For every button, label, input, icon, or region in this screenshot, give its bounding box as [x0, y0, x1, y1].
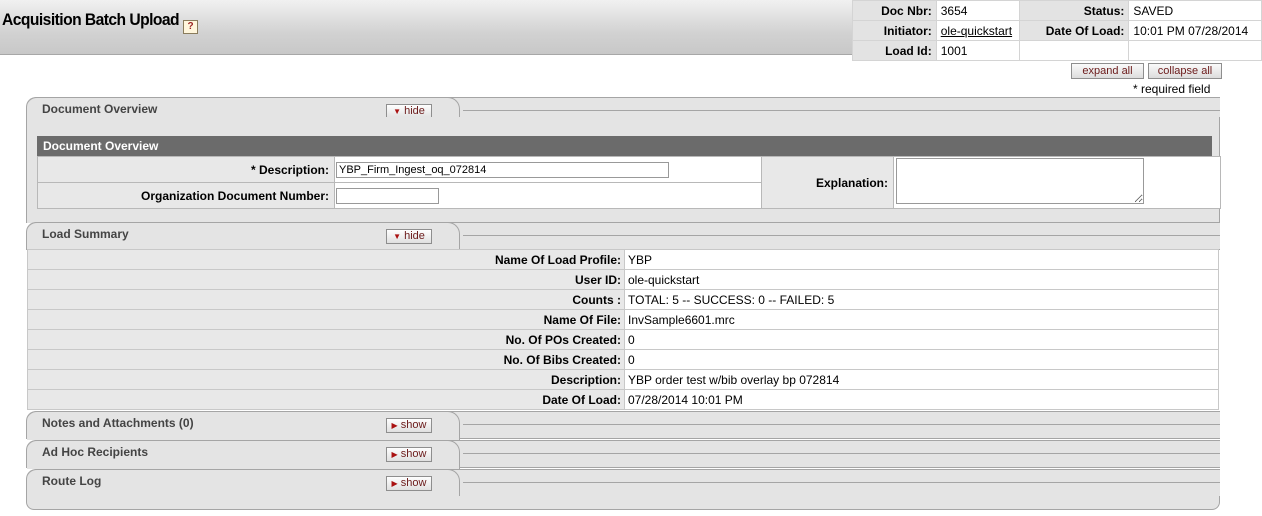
- table-row: User ID: ole-quickstart: [27, 269, 1219, 290]
- page-title: Acquisition Batch Upload: [2, 10, 180, 29]
- doc-nbr-value: 3654: [935, 0, 1020, 21]
- help-icon[interactable]: ?: [183, 20, 198, 34]
- tab-label: Document Overview: [42, 102, 158, 116]
- document-overview-form: * Description: Explanation: Organization…: [37, 156, 1221, 209]
- hide-load-summary-button[interactable]: ▼ hide: [386, 229, 432, 244]
- table-row: No. Of POs Created: 0: [27, 329, 1219, 350]
- row-label: Description:: [27, 369, 625, 390]
- explanation-textarea[interactable]: [896, 158, 1144, 204]
- button-label: show: [400, 419, 427, 431]
- button-label: show: [400, 477, 427, 489]
- row-label: Date Of Load:: [27, 389, 625, 410]
- row-label: Counts :: [27, 289, 625, 310]
- tab-label: Route Log: [42, 474, 102, 488]
- document-header-info: Doc Nbr: 3654 Status: SAVED Initiator: o…: [852, 0, 1262, 61]
- initiator-label: Initiator:: [852, 20, 937, 41]
- triangle-down-icon: ▼: [393, 107, 402, 116]
- row-label: User ID:: [27, 269, 625, 290]
- tab-divider: [463, 453, 1220, 454]
- tab-route-log: Route Log ▶ show: [26, 469, 1220, 498]
- button-label: show: [400, 448, 427, 460]
- doc-nbr-label: Doc Nbr:: [852, 0, 937, 21]
- description-input[interactable]: [336, 161, 669, 178]
- empty-cell: [1128, 40, 1262, 61]
- button-label: hide: [404, 230, 425, 242]
- tab-label: Notes and Attachments (0): [42, 416, 194, 430]
- explanation-cell: [893, 156, 1221, 209]
- description-label: * Description:: [37, 156, 335, 183]
- section-header: Document Overview: [37, 136, 1212, 156]
- page-header: Acquisition Batch Upload ?: [0, 0, 852, 55]
- collapse-all-button[interactable]: collapse all: [1148, 63, 1222, 79]
- load-id-value: 1001: [935, 40, 1020, 61]
- show-route-log-button[interactable]: ▶ show: [386, 476, 432, 491]
- row-value: YBP order test w/bib overlay bp 072814: [624, 369, 1219, 390]
- tab-divider: [463, 482, 1220, 483]
- table-row: Name Of Load Profile: YBP: [27, 249, 1219, 270]
- status-label: Status:: [1018, 0, 1130, 21]
- row-label: No. Of Bibs Created:: [27, 349, 625, 370]
- show-ad-hoc-button[interactable]: ▶ show: [386, 447, 432, 462]
- triangle-down-icon: ▼: [393, 232, 402, 241]
- row-value: 07/28/2014 10:01 PM: [624, 389, 1219, 410]
- triangle-right-icon: ▶: [391, 421, 398, 430]
- row-value: ole-quickstart: [624, 269, 1219, 290]
- tab-ad-hoc-recipients: Ad Hoc Recipients ▶ show: [26, 440, 1220, 469]
- tab-label: Load Summary: [42, 227, 129, 241]
- table-row: Name Of File: InvSample6601.mrc: [27, 309, 1219, 330]
- load-summary-table: Name Of Load Profile: YBP User ID: ole-qui…: [27, 249, 1219, 410]
- row-label: Name Of File:: [27, 309, 625, 330]
- row-value: TOTAL: 5 -- SUCCESS: 0 -- FAILED: 5: [624, 289, 1219, 310]
- tab-divider: [463, 424, 1220, 425]
- button-label: hide: [404, 105, 425, 117]
- row-label: Name Of Load Profile:: [27, 249, 625, 270]
- row-label: No. Of POs Created:: [27, 329, 625, 350]
- date-of-load-value: 10:01 PM 07/28/2014: [1128, 20, 1262, 41]
- tab-load-summary: Load Summary ▼ hide: [26, 222, 1220, 251]
- table-row: Counts : TOTAL: 5 -- SUCCESS: 0 -- FAILED…: [27, 289, 1219, 310]
- org-doc-number-input[interactable]: [336, 187, 439, 204]
- row-value: 0: [624, 329, 1219, 350]
- triangle-right-icon: ▶: [391, 450, 398, 459]
- table-row: Description: YBP order test w/bib overlay…: [27, 369, 1219, 390]
- tab-label: Ad Hoc Recipients: [42, 445, 149, 459]
- load-id-label: Load Id:: [852, 40, 937, 61]
- org-doc-number-cell: [334, 182, 762, 209]
- table-row: Date Of Load: 07/28/2014 10:01 PM: [27, 389, 1219, 410]
- date-of-load-label: Date Of Load:: [1018, 20, 1130, 41]
- triangle-right-icon: ▶: [391, 479, 398, 488]
- org-doc-number-label: Organization Document Number:: [37, 182, 335, 209]
- description-cell: [334, 156, 762, 183]
- table-row: No. Of Bibs Created: 0: [27, 349, 1219, 370]
- row-value: InvSample6601.mrc: [624, 309, 1219, 330]
- tab-divider: [463, 110, 1220, 111]
- expand-all-button[interactable]: expand all: [1071, 63, 1144, 79]
- row-value: YBP: [624, 249, 1219, 270]
- initiator-link[interactable]: ole-quickstart: [935, 20, 1020, 41]
- tab-divider: [463, 235, 1220, 236]
- required-field-note: * required field: [1133, 82, 1211, 96]
- explanation-label: Explanation:: [761, 156, 894, 209]
- tab-notes-and-attachments: Notes and Attachments (0) ▶ show: [26, 411, 1220, 440]
- show-notes-button[interactable]: ▶ show: [386, 418, 432, 433]
- tabs-bottom-border: [26, 496, 1220, 510]
- empty-cell: [1018, 40, 1130, 61]
- status-value: SAVED: [1128, 0, 1262, 21]
- row-value: 0: [624, 349, 1219, 370]
